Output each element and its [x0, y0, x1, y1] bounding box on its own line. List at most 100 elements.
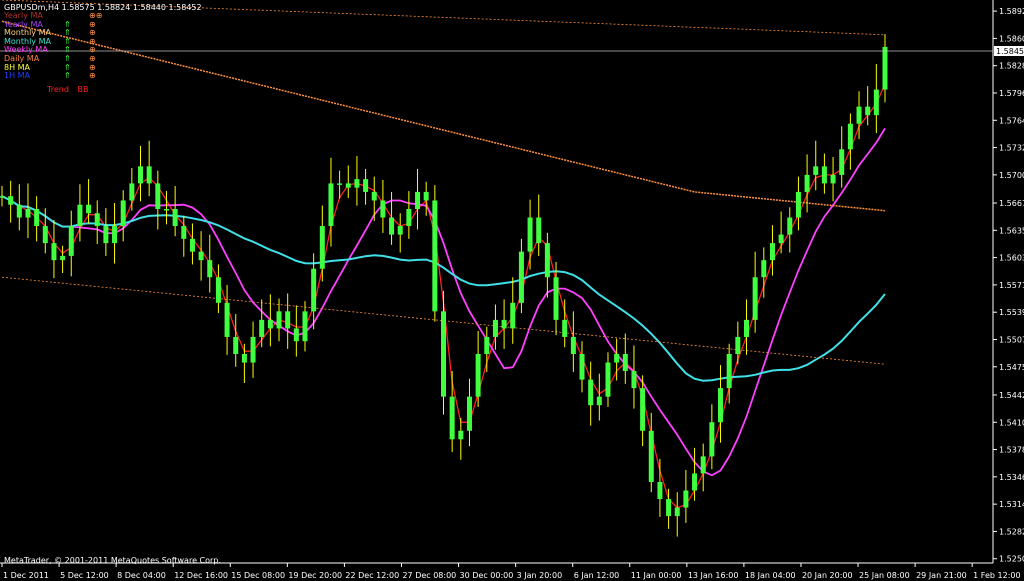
- candle-body: [86, 204, 92, 214]
- price-tick-label: 1.56030: [999, 254, 1024, 263]
- candle-body: [692, 473, 698, 491]
- candle-body: [726, 354, 732, 389]
- candle-body: [224, 302, 230, 337]
- candle-body: [112, 226, 118, 244]
- price-tick-label: 1.54100: [999, 418, 1024, 427]
- candle-body: [8, 196, 14, 205]
- high-price: 1.58824: [97, 3, 131, 12]
- candle-body: [285, 311, 291, 329]
- time-tick-label: 27 Dec 08:00: [402, 571, 456, 580]
- price-tick-label: 1.58600: [999, 34, 1024, 43]
- candle-body: [311, 268, 317, 312]
- candle-body: [622, 354, 628, 372]
- time-tick-label: 1 Dec 2011: [3, 571, 49, 580]
- candle-body: [466, 396, 472, 431]
- candle-body: [0, 196, 5, 198]
- candle-body: [743, 319, 749, 337]
- candle-body: [830, 174, 836, 184]
- candle-body: [345, 183, 351, 188]
- candle-body: [172, 208, 178, 227]
- candle-body: [337, 183, 343, 185]
- price-tick-label: 1.52820: [999, 527, 1024, 536]
- candle-body: [882, 46, 888, 90]
- price-chart[interactable]: 1.58920 1.58600 1.58280 1.57960 1.57640 1.573…: [0, 0, 1024, 581]
- candle-body: [198, 251, 204, 261]
- time-tick-label: 20 Jan 20:00: [802, 571, 853, 580]
- price-tick-label: 1.52500: [999, 555, 1024, 564]
- candle-body: [674, 507, 680, 517]
- candle-body: [155, 183, 161, 209]
- candle-body: [544, 243, 550, 278]
- price-tick-label: 1.53140: [999, 500, 1024, 509]
- time-tick-label: 5 Dec 12:00: [60, 571, 109, 580]
- candle-body: [233, 336, 239, 355]
- candle-body: [458, 430, 464, 440]
- candle-body: [596, 396, 602, 406]
- price-tick-label: 1.55710: [999, 281, 1024, 290]
- candle-body: [60, 255, 66, 261]
- trend-label: Trend: [47, 85, 69, 94]
- trend-labels: Trend BB: [47, 85, 94, 94]
- candle-body: [25, 208, 31, 218]
- candle-body: [640, 388, 646, 431]
- candle-body: [804, 174, 810, 192]
- candle-body: [77, 204, 83, 227]
- time-tick-label: 11 Jan 00:00: [631, 571, 682, 580]
- low-price: 1.58440: [132, 3, 166, 12]
- candle-body: [432, 200, 438, 312]
- price-tick-label: 1.58920: [999, 7, 1024, 16]
- candle-body: [475, 354, 481, 397]
- time-tick-label: 30 Dec 00:00: [460, 571, 514, 580]
- candle-body: [795, 191, 801, 218]
- time-tick-label: 29 Jan 21:00: [916, 571, 967, 580]
- candle-body: [406, 208, 412, 227]
- candle-body: [570, 336, 576, 355]
- price-tick-label: 1.53460: [999, 473, 1024, 482]
- candle-body: [821, 166, 827, 184]
- price-tick-label: 1.58280: [999, 62, 1024, 71]
- candle-body: [735, 336, 741, 355]
- candle-body: [129, 183, 135, 201]
- time-tick-label: 8 Dec 04:00: [117, 571, 166, 580]
- candle-body: [319, 226, 325, 269]
- candle-body: [769, 243, 775, 261]
- candle-body: [536, 217, 542, 244]
- time-tick-label: 6 Jan 12:00: [574, 571, 620, 580]
- candle-body: [787, 217, 793, 235]
- candle-body: [146, 166, 152, 184]
- candle-body: [856, 106, 862, 124]
- candle-body: [614, 354, 620, 363]
- time-tick-label: 13 Jan 16:00: [688, 571, 739, 580]
- candle-body: [389, 217, 395, 235]
- time-tick-label: 3 Jan 20:00: [517, 571, 563, 580]
- candle-body: [259, 319, 265, 337]
- price-tick-label: 1.56350: [999, 226, 1024, 235]
- price-tick-label: 1.56670: [999, 199, 1024, 208]
- candle-body: [363, 179, 369, 192]
- legend-label: 1H MA: [4, 71, 31, 81]
- time-tick-label: 22 Dec 12:00: [345, 571, 399, 580]
- candle-body: [380, 200, 386, 218]
- candle-body: [34, 208, 40, 227]
- candle-body: [683, 490, 689, 508]
- price-tick-label: 1.54420: [999, 391, 1024, 400]
- time-tick-label: 25 Jan 08:00: [859, 571, 910, 580]
- candle-body: [215, 277, 221, 303]
- candle-body: [441, 311, 446, 397]
- candle-body: [579, 354, 585, 380]
- copyright-text: MetaTrader, © 2001-2011 MetaQuotes Softw…: [4, 556, 221, 565]
- candle-body: [189, 238, 195, 252]
- price-tick-label: 1.57320: [999, 144, 1024, 153]
- candle-body: [778, 234, 784, 244]
- price-tick-label: 1.57000: [999, 171, 1024, 180]
- candle-body: [813, 166, 819, 175]
- candle-body: [181, 226, 187, 239]
- candle-body: [94, 213, 100, 227]
- candle-body: [163, 208, 169, 211]
- candle-body: [631, 371, 637, 389]
- time-tick-label: 18 Jan 04:00: [745, 571, 796, 580]
- candle-body: [518, 251, 524, 303]
- candle-body: [241, 354, 247, 363]
- candle-body: [492, 319, 498, 337]
- candle-body: [423, 191, 429, 201]
